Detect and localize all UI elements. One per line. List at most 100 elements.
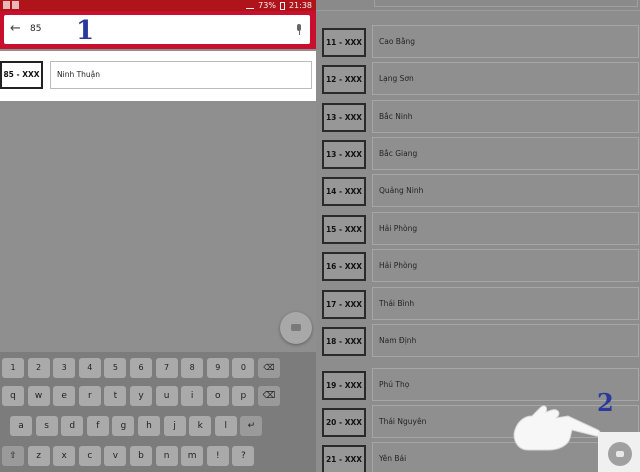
keyboard-key[interactable]: ↵ xyxy=(240,416,263,436)
province-box: Bắc Giang xyxy=(372,137,639,170)
car-icon xyxy=(616,451,624,457)
province-name: Yên Bái xyxy=(379,454,407,463)
province-name: Lạng Sơn xyxy=(379,74,414,83)
keyboard-key[interactable]: e xyxy=(53,386,76,406)
signal-icon xyxy=(246,2,255,9)
keyboard-row: 1 2 3 4 5 6 7 8 9 0 ⌫ xyxy=(0,358,316,382)
keyboard-key[interactable]: 4 xyxy=(78,358,101,378)
list-top-edge xyxy=(316,0,640,11)
car-fab-button[interactable] xyxy=(280,312,312,344)
plate-list-item[interactable]: 12 - XXX Lạng Sơn xyxy=(321,62,639,95)
keyboard-key[interactable]: y xyxy=(130,386,152,406)
car-icon xyxy=(291,324,301,331)
result-plate-badge: 85 - XXX xyxy=(0,61,43,89)
search-input[interactable]: ← 85 1 xyxy=(4,15,310,44)
keyboard-key[interactable]: 9 xyxy=(206,358,229,378)
notification-icon xyxy=(12,1,19,9)
keyboard-key[interactable]: k xyxy=(189,416,212,436)
keyboard-key[interactable]: f xyxy=(86,416,109,436)
onscreen-keyboard: 1 2 3 4 5 6 7 8 9 0 ⌫ q w e r t y u i o p ⌫ a s d f g h j k l ↵ ⇧ z x c v b n m… xyxy=(0,352,316,472)
keyboard-key[interactable]: q xyxy=(2,386,24,406)
keyboard-key[interactable]: i xyxy=(181,386,204,406)
keyboard-key[interactable]: z xyxy=(27,446,50,466)
keyboard-key[interactable]: 2 xyxy=(27,358,50,378)
plate-badge: 18 - XXX xyxy=(322,327,366,356)
province-name: Thái Bình xyxy=(379,299,415,308)
province-name: Bắc Giang xyxy=(379,149,418,158)
province-name: Hải Phòng xyxy=(379,224,418,233)
keyboard-key[interactable]: t xyxy=(104,386,127,406)
province-box: Nam Định xyxy=(372,324,639,357)
plate-list-item[interactable]: 13 - XXX Bắc Ninh xyxy=(321,100,639,133)
keyboard-key[interactable]: c xyxy=(78,446,101,466)
status-icons: 73% 21:38 xyxy=(246,0,312,11)
keyboard-key[interactable]: p xyxy=(232,386,255,406)
plate-list-item[interactable]: 16 - XXX Hải Phòng xyxy=(321,249,639,282)
plate-list-item[interactable]: 11 - XXX Cao Bằng xyxy=(321,25,639,58)
keyboard-key[interactable]: ⌫ xyxy=(258,386,280,406)
plate-badge: 20 - XXX xyxy=(322,408,366,437)
plate-list-item[interactable]: 15 - XXX Hải Phòng xyxy=(321,212,639,245)
plate-list-screen: 11 - XXX Cao Bằng 12 - XXX Lạng Sơn 13 - XXX… xyxy=(316,0,640,472)
keyboard-key[interactable]: s xyxy=(35,416,58,436)
keyboard-key[interactable]: l xyxy=(214,416,237,436)
keyboard-key[interactable]: 6 xyxy=(130,358,152,378)
province-box: Hải Phòng xyxy=(372,212,639,245)
keyboard-key[interactable]: v xyxy=(104,446,127,466)
keyboard-key[interactable]: ⇧ xyxy=(2,446,24,466)
province-name: Quảng Ninh xyxy=(379,186,424,195)
plate-list-item[interactable]: 17 - XXX Thái Bình xyxy=(321,287,639,320)
screenshot-composite: 73% 21:38 ← 85 1 85 - XXX Ninh Thuận 1 2… xyxy=(0,0,640,472)
battery-icon xyxy=(279,1,285,10)
plate-badge: 13 - XXX xyxy=(322,103,366,132)
keyboard-key[interactable]: 1 xyxy=(2,358,24,378)
microphone-icon[interactable] xyxy=(296,24,302,35)
keyboard-key[interactable]: ? xyxy=(232,446,255,466)
keyboard-row: ⇧ z x c v b n m!? xyxy=(0,446,316,470)
back-arrow-icon[interactable]: ← xyxy=(10,22,21,36)
keyboard-key[interactable]: ! xyxy=(206,446,229,466)
plate-list-item[interactable]: 18 - XXX Nam Định xyxy=(321,324,639,357)
keyboard-key[interactable]: d xyxy=(61,416,84,436)
keyboard-key[interactable]: 0 xyxy=(232,358,255,378)
keyboard-key[interactable]: 8 xyxy=(181,358,204,378)
plate-badge: 11 - XXX xyxy=(322,28,366,57)
keyboard-key[interactable]: x xyxy=(53,446,76,466)
keyboard-key[interactable]: w xyxy=(27,386,50,406)
car-fab-highlight[interactable] xyxy=(598,432,640,472)
keyboard-key[interactable]: r xyxy=(78,386,101,406)
keyboard-key[interactable]: n xyxy=(155,446,178,466)
keyboard-key[interactable]: ⌫ xyxy=(258,358,280,378)
search-query[interactable]: 85 xyxy=(30,24,41,34)
result-province: Ninh Thuận xyxy=(57,70,101,79)
keyboard-key[interactable]: m xyxy=(181,446,204,466)
battery-level: 73% xyxy=(258,1,276,10)
province-box: Thái Bình xyxy=(372,287,639,320)
annotation-step-one: 1 xyxy=(76,16,95,46)
keyboard-key[interactable]: u xyxy=(155,386,178,406)
keyboard-key[interactable]: o xyxy=(206,386,229,406)
keyboard-key[interactable]: 7 xyxy=(155,358,178,378)
plate-badge: 13 - XXX xyxy=(322,140,366,169)
plate-list-item[interactable]: 14 - XXX Quảng Ninh xyxy=(321,174,639,207)
keyboard-key[interactable]: b xyxy=(130,446,152,466)
search-screen: 73% 21:38 ← 85 1 85 - XXX Ninh Thuận 1 2… xyxy=(0,0,316,472)
search-result-item[interactable]: 85 - XXX Ninh Thuận xyxy=(0,51,316,101)
province-name: Cao Bằng xyxy=(379,37,416,46)
keyboard-key[interactable]: g xyxy=(112,416,135,436)
car-fab-button[interactable] xyxy=(608,442,632,466)
keyboard-key[interactable]: j xyxy=(163,416,186,436)
keyboard-key[interactable]: 3 xyxy=(53,358,76,378)
clock: 21:38 xyxy=(288,1,312,10)
search-toolbar: ← 85 1 xyxy=(0,11,316,49)
status-bar: 73% 21:38 xyxy=(0,0,316,11)
keyboard-key[interactable]: h xyxy=(138,416,160,436)
keyboard-key[interactable]: a xyxy=(10,416,32,436)
notification-icons xyxy=(3,1,19,9)
result-province-box: Ninh Thuận xyxy=(50,61,312,89)
plate-badge: 16 - XXX xyxy=(322,252,366,281)
plate-list-item[interactable]: 13 - XXX Bắc Giang xyxy=(321,137,639,170)
keyboard-key[interactable]: 5 xyxy=(104,358,127,378)
province-box: Cao Bằng xyxy=(372,25,639,58)
province-box: Lạng Sơn xyxy=(372,62,639,95)
